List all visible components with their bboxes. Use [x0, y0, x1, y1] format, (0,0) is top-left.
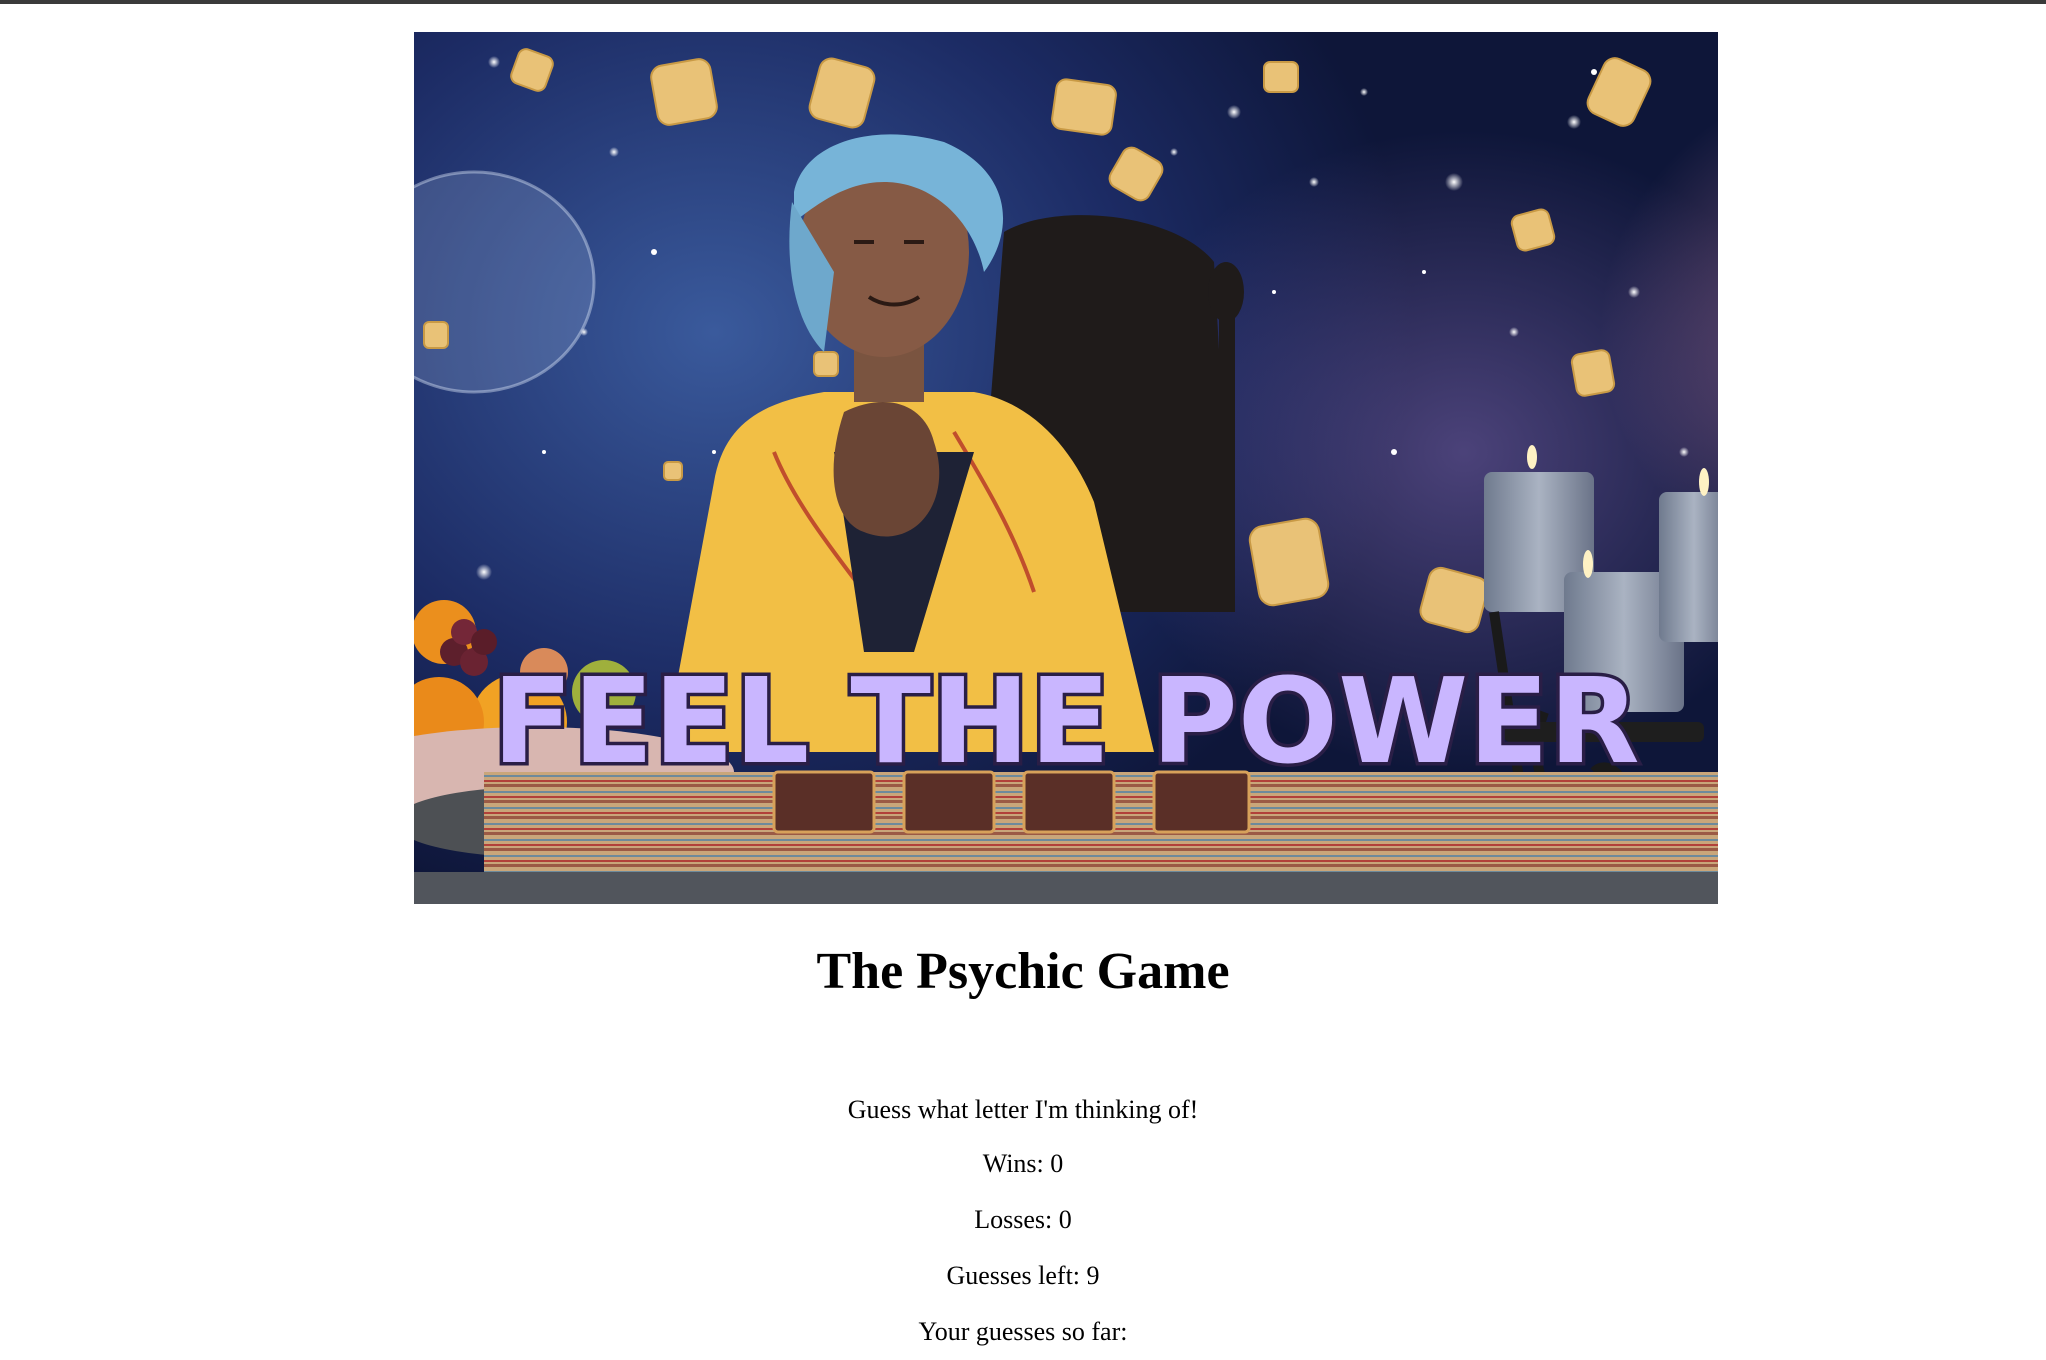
- losses-counter: Losses: 0: [974, 1205, 1072, 1234]
- guesses-left-counter: Guesses left: 9: [946, 1261, 1100, 1290]
- psychic-hero-image: FEEL THE POWER: [414, 32, 1718, 904]
- psychic-illustration: FEEL THE POWER: [414, 48, 1718, 904]
- table-edge: [414, 872, 1718, 904]
- guesses-so-far-text: Your guesses so far:: [918, 1317, 1128, 1346]
- browser-top-border: [0, 0, 2046, 4]
- feel-the-power-banner: FEEL THE POWER: [492, 652, 1639, 790]
- instructions-text: Guess what letter I'm thinking of!: [847, 1095, 1199, 1124]
- wins-counter: Wins: 0: [982, 1149, 1064, 1178]
- page-title: The Psychic Game: [816, 943, 1230, 1000]
